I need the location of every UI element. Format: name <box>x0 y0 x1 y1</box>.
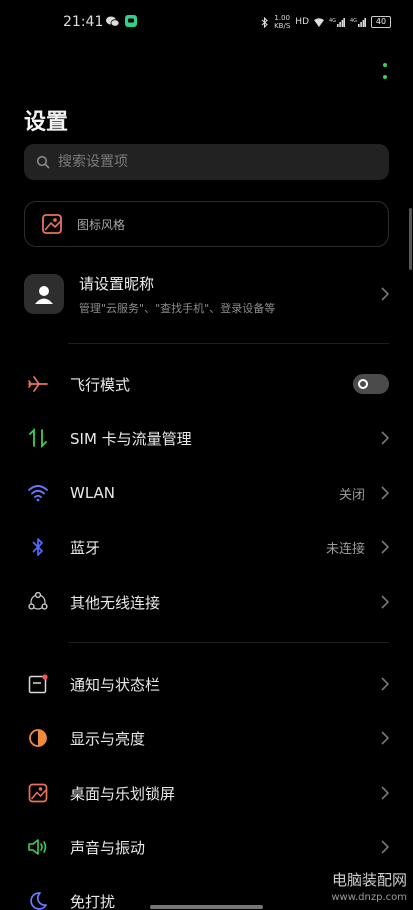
watermark: 电脑装配网 www.dnzp.com <box>331 872 407 906</box>
data-transfer-icon <box>26 426 50 450</box>
chevron-right-icon <box>381 486 390 500</box>
toggle-knob <box>358 379 368 389</box>
icon-style-label: 图标风格 <box>77 217 126 232</box>
search-input[interactable] <box>56 153 360 171</box>
network-speed: 1.00 KB/S <box>274 14 290 30</box>
chevron-right-icon <box>381 431 390 445</box>
chevron-right-icon <box>381 595 390 609</box>
brightness-icon <box>26 726 50 750</box>
bluetooth-row[interactable]: 蓝牙 未连接 <box>0 520 413 574</box>
settings-screen: 21:41 1.00 KB/S HD 4G 4G 40 设置 搜索设置项 图标风… <box>0 0 413 910</box>
sound-row[interactable]: 声音与振动 <box>0 820 413 874</box>
other-wireless-row[interactable]: 其他无线连接 <box>0 575 413 629</box>
notifications-row[interactable]: 通知与状态栏 <box>0 657 413 711</box>
display-row[interactable]: 显示与亮度 <box>0 711 413 765</box>
chevron-right-icon <box>381 677 390 691</box>
wlan-row[interactable]: WLAN 关闭 <box>0 466 413 520</box>
scrollbar[interactable] <box>409 208 412 270</box>
airplane-icon <box>26 372 50 396</box>
account-row[interactable]: 请设置昵称 管理"云服务"、"查找手机"、登录设备等 <box>24 248 390 340</box>
do-not-disturb-label: 免打扰 <box>70 892 116 910</box>
status-time: 21:41 <box>63 14 104 30</box>
battery-indicator: 40 <box>371 16 391 28</box>
signal-4g-1-icon: 4G <box>329 17 345 27</box>
chevron-right-icon <box>381 540 390 554</box>
airplane-mode-row[interactable]: 飞行模式 <box>0 357 413 411</box>
svg-text:4G: 4G <box>329 18 336 24</box>
speaker-icon <box>26 835 50 859</box>
sim-label: SIM 卡与流量管理 <box>70 429 192 448</box>
wallpaper-icon <box>26 781 50 805</box>
hd-indicator: HD <box>295 17 309 27</box>
chevron-right-icon <box>381 786 390 800</box>
search-icon <box>36 155 50 169</box>
display-label: 显示与亮度 <box>70 729 146 748</box>
wifi-status-icon <box>314 17 324 27</box>
network-speed-value: 1.00 <box>274 14 290 22</box>
chevron-right-icon <box>381 287 390 301</box>
wechat-icon <box>106 16 119 27</box>
connection-nodes-icon <box>26 590 50 614</box>
divider <box>68 642 389 643</box>
search-bar[interactable] <box>24 144 389 180</box>
chevron-right-icon <box>381 731 390 745</box>
account-text: 请设置昵称 管理"云服务"、"查找手机"、登录设备等 <box>79 273 379 316</box>
watermark-url: www.dnzp.com <box>331 892 407 903</box>
more-options-icon[interactable] <box>381 63 389 79</box>
bluetooth-status: 未连接 <box>325 541 365 557</box>
status-indicators: 1.00 KB/S HD 4G 4G 40 <box>261 14 391 30</box>
message-app-icon <box>125 15 137 27</box>
bluetooth-status-icon <box>261 16 268 28</box>
airplane-mode-toggle[interactable] <box>353 374 389 394</box>
notification-icons <box>106 15 137 27</box>
network-speed-unit: KB/S <box>274 22 291 30</box>
airplane-mode-label: 飞行模式 <box>70 375 131 394</box>
chevron-right-icon <box>381 840 390 854</box>
wifi-icon <box>26 481 50 505</box>
moon-icon <box>26 889 50 910</box>
bluetooth-label: 蓝牙 <box>70 538 101 557</box>
avatar <box>24 274 64 314</box>
svg-text:4G: 4G <box>350 18 357 24</box>
picture-frame-icon <box>42 214 62 234</box>
notification-panel-icon <box>26 672 50 696</box>
desktop-row[interactable]: 桌面与乐划锁屏 <box>0 766 413 820</box>
watermark-title: 电脑装配网 <box>331 871 407 889</box>
account-name: 请设置昵称 <box>79 274 155 293</box>
divider <box>68 343 389 344</box>
home-indicator[interactable] <box>150 905 263 909</box>
wlan-status: 关闭 <box>338 487 365 503</box>
icon-style-card[interactable]: 图标风格 <box>24 201 389 247</box>
sound-label: 声音与振动 <box>70 838 146 857</box>
other-wireless-label: 其他无线连接 <box>70 593 161 612</box>
wlan-label: WLAN <box>70 484 116 502</box>
sim-row[interactable]: SIM 卡与流量管理 <box>0 411 413 465</box>
desktop-label: 桌面与乐划锁屏 <box>70 784 176 803</box>
account-subtitle: 管理"云服务"、"查找手机"、登录设备等 <box>79 301 276 315</box>
page-title: 设置 <box>24 110 69 135</box>
notifications-label: 通知与状态栏 <box>70 675 161 694</box>
status-bar: 21:41 1.00 KB/S HD 4G 4G 40 <box>0 0 413 46</box>
bluetooth-icon <box>26 535 50 559</box>
signal-4g-2-icon: 4G <box>350 17 366 27</box>
user-icon <box>35 286 53 304</box>
